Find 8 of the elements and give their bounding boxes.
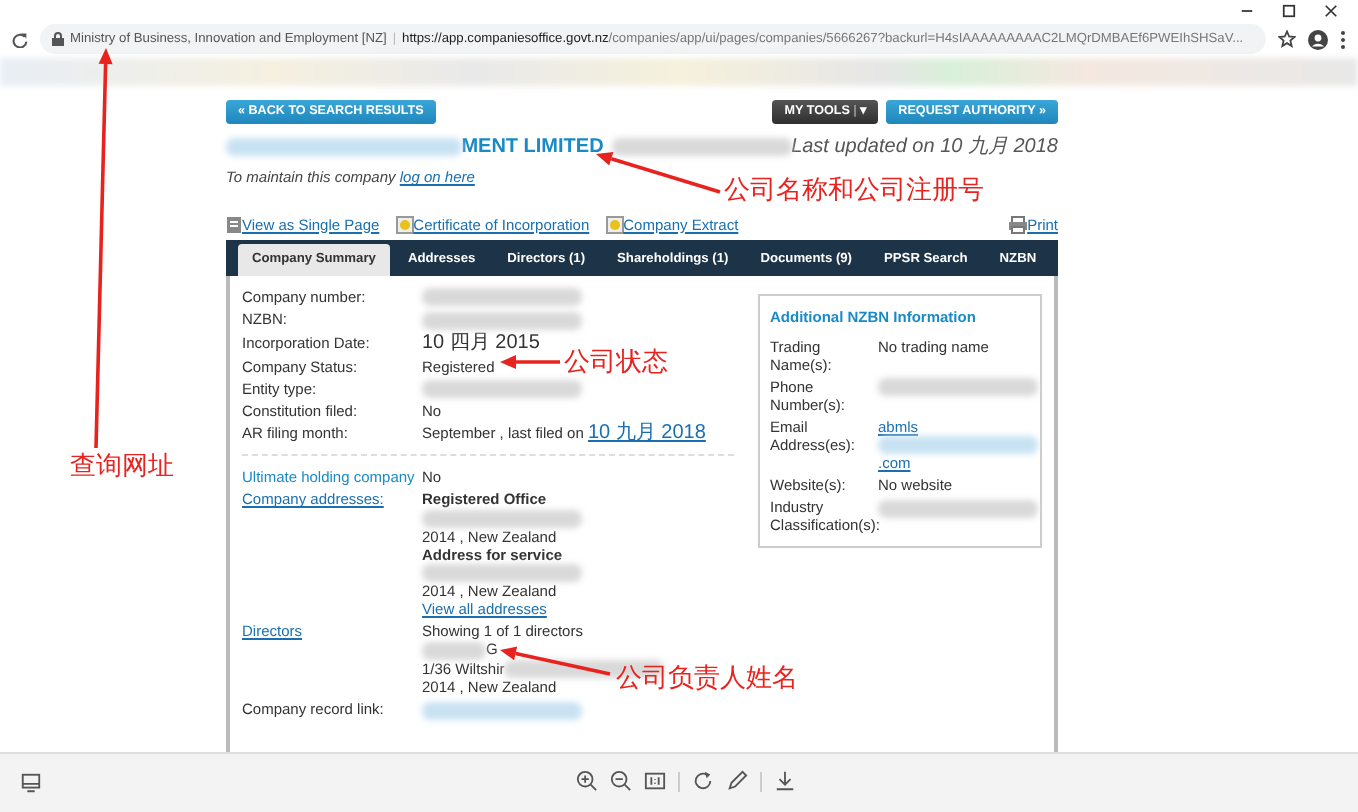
annotation-label: 查询网址 — [70, 452, 174, 478]
annotation-label: 公司负责人姓名 — [616, 664, 798, 690]
date-link[interactable]: 10 九月 2018 — [587, 422, 706, 445]
last-updated-text: Last updated on 10 九月 2018 — [791, 136, 1058, 159]
annotation-label: 公司名称和公司注册号 — [724, 176, 984, 202]
company-name: MENT LIMITED — [461, 134, 604, 163]
date-value: 10 四月 2015 — [422, 331, 540, 354]
annotation-label: 公司状态 — [564, 348, 668, 374]
